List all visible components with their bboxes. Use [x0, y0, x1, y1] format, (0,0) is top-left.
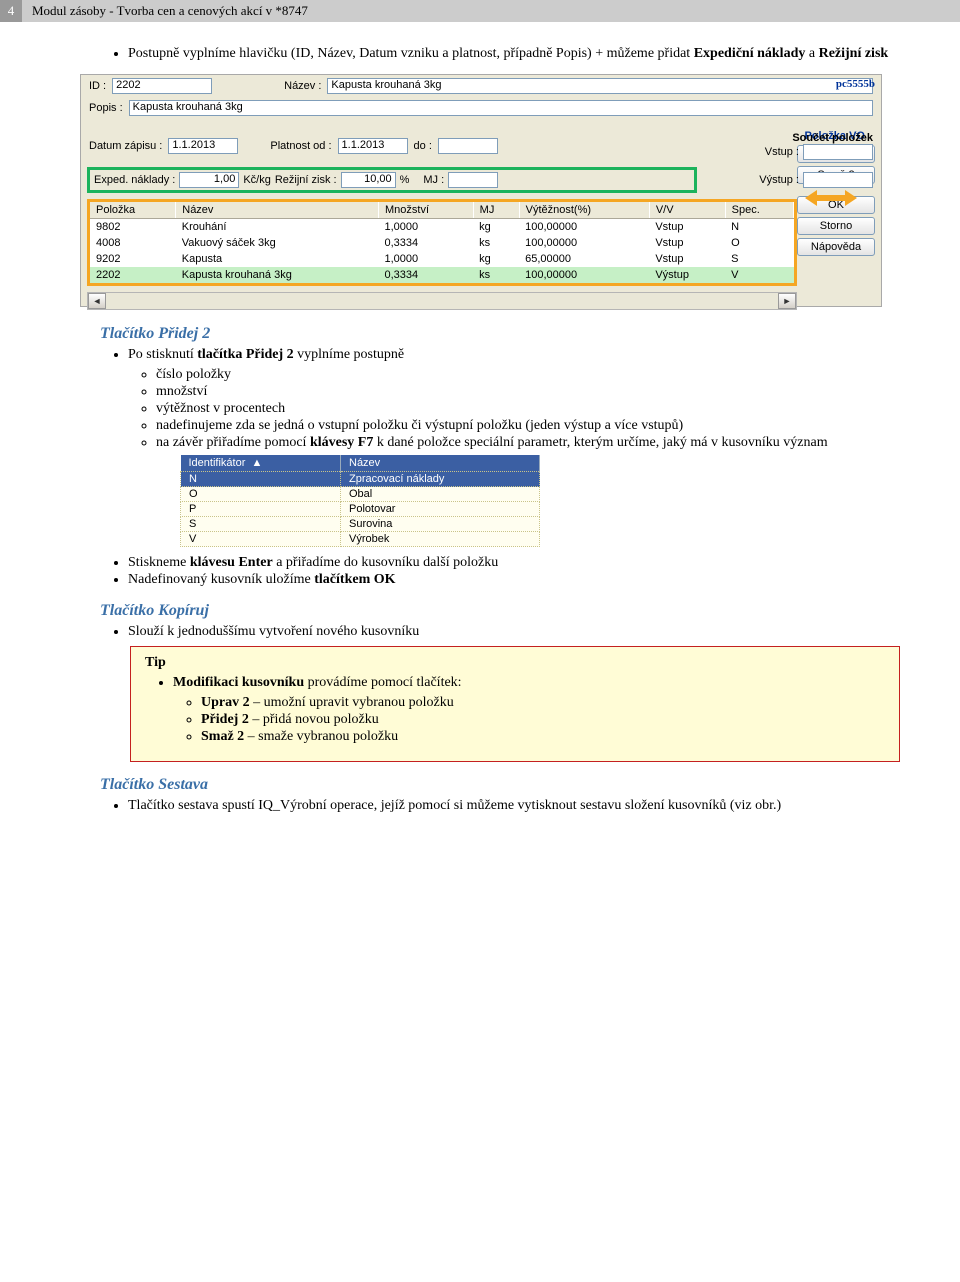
col-nazev[interactable]: Název: [176, 202, 379, 219]
identifikator-table: Identifikátor ▲ Název NZpracovací náklad…: [180, 455, 540, 547]
do-input[interactable]: [438, 138, 498, 154]
machine-label: pc5555b: [836, 78, 875, 90]
tip-box: Tip Modifikaci kusovníku provádíme pomoc…: [130, 646, 900, 762]
popis-input[interactable]: Kapusta krouhaná 3kg: [129, 100, 873, 116]
double-arrow-icon: [805, 190, 857, 206]
vstup-label: Vstup :: [765, 146, 799, 158]
app-window: pc5555b ID : 2202 Název : Kapusta krouha…: [80, 74, 882, 307]
rezijni-input[interactable]: 10,00: [341, 172, 396, 188]
list-item: nadefinujeme zda se jedná o vstupní polo…: [156, 418, 900, 434]
id-input[interactable]: 2202: [112, 78, 212, 94]
storno-button[interactable]: Storno: [797, 217, 875, 235]
col-polozka[interactable]: Položka: [90, 202, 176, 219]
heading-sestava: Tlačítko Sestava: [100, 776, 900, 794]
list-item: výtěžnost v procentech: [156, 401, 900, 417]
page-number: 4: [0, 0, 22, 22]
heading-kopiruj: Tlačítko Kopíruj: [100, 602, 900, 620]
scroll-right-icon[interactable]: ►: [778, 293, 796, 309]
table-row[interactable]: SSurovina: [181, 517, 540, 532]
list-item: na závěr přiřadíme pomocí klávesy F7 k d…: [156, 435, 900, 451]
table-row[interactable]: 9802Krouhání1,0000kg100,00000VstupN: [90, 219, 794, 236]
grid-table: Položka Název Množství MJ Výtěžnost(%) V…: [90, 202, 794, 283]
rezijni-unit: %: [400, 174, 410, 186]
mj-label: MJ :: [423, 174, 444, 186]
green-highlight: Exped. náklady : 1,00 Kč/kg Režijní zisk…: [87, 167, 697, 193]
nazev-input[interactable]: Kapusta krouhaná 3kg: [327, 78, 873, 94]
scrollbar[interactable]: ◄ ►: [87, 292, 797, 310]
col-mnozstvi[interactable]: Množství: [379, 202, 474, 219]
exped-label: Exped. náklady :: [94, 174, 175, 186]
grid-highlight: Položka Název Množství MJ Výtěžnost(%) V…: [87, 199, 797, 286]
table-row[interactable]: 4008Vakuový sáček 3kg0,3334ks100,00000Vs…: [90, 235, 794, 251]
list-item: množství: [156, 384, 900, 400]
exped-unit: Kč/kg: [243, 174, 271, 186]
vystup-input[interactable]: [803, 172, 873, 188]
id-label: ID :: [89, 80, 106, 92]
mini-col-id[interactable]: Identifikátor ▲: [181, 455, 341, 472]
save-text: Nadefinovaný kusovník uložíme tlačítkem …: [128, 572, 900, 588]
vystup-label: Výstup :: [759, 174, 799, 186]
sestava-text: Tlačítko sestava spustí IQ_Výrobní opera…: [128, 798, 900, 814]
pridej2-intro: Po stisknutí tlačítka Přidej 2 vyplníme …: [128, 347, 900, 451]
tip-label: Tip: [145, 655, 166, 670]
list-item: číslo položky: [156, 367, 900, 383]
col-vv[interactable]: V/V: [649, 202, 725, 219]
scroll-left-icon[interactable]: ◄: [88, 293, 106, 309]
datum-label: Datum zápisu :: [89, 140, 162, 152]
col-mj[interactable]: MJ: [473, 202, 519, 219]
rezijni-label: Režijní zisk :: [275, 174, 337, 186]
exped-input[interactable]: 1,00: [179, 172, 239, 188]
soucet-label: Součet položek: [765, 132, 873, 144]
table-row[interactable]: 2202Kapusta krouhaná 3kg0,3334ks100,0000…: [90, 267, 794, 283]
page-title: Modul zásoby - Tvorba cen a cenových akc…: [32, 3, 308, 19]
col-spec[interactable]: Spec.: [725, 202, 793, 219]
table-row[interactable]: NZpracovací náklady: [181, 472, 540, 487]
do-label: do :: [414, 140, 432, 152]
vstup-input[interactable]: [803, 144, 873, 160]
table-row[interactable]: PPolotovar: [181, 502, 540, 517]
list-item: Přidej 2 – přidá novou položku: [201, 712, 885, 728]
popis-label: Popis :: [89, 102, 123, 114]
table-row[interactable]: OObal: [181, 487, 540, 502]
platnost-label: Platnost od :: [270, 140, 331, 152]
nazev-label: Název :: [284, 80, 321, 92]
table-row[interactable]: 9202Kapusta1,0000kg65,00000VstupS: [90, 251, 794, 267]
tip-text: Modifikaci kusovníku provádíme pomocí tl…: [173, 675, 885, 745]
kopiruj-text: Slouží k jednoduššímu vytvoření nového k…: [128, 624, 900, 640]
napoveda-button[interactable]: Nápověda: [797, 238, 875, 256]
datum-input[interactable]: 1.1.2013: [168, 138, 238, 154]
mj-input[interactable]: [448, 172, 498, 188]
list-item: Smaž 2 – smaže vybranou položku: [201, 729, 885, 745]
intro-text: Postupně vyplníme hlavičku (ID, Název, D…: [128, 46, 900, 62]
col-vyteznost[interactable]: Výtěžnost(%): [519, 202, 649, 219]
list-item: Uprav 2 – umožní upravit vybranou položk…: [201, 695, 885, 711]
heading-pridej2: Tlačítko Přidej 2: [100, 325, 900, 343]
enter-text: Stiskneme klávesu Enter a přiřadíme do k…: [128, 555, 900, 571]
table-row[interactable]: VVýrobek: [181, 532, 540, 547]
mini-col-nazev[interactable]: Název: [341, 455, 540, 472]
header-bar: 4 Modul zásoby - Tvorba cen a cenových a…: [0, 0, 960, 22]
platnost-input[interactable]: 1.1.2013: [338, 138, 408, 154]
